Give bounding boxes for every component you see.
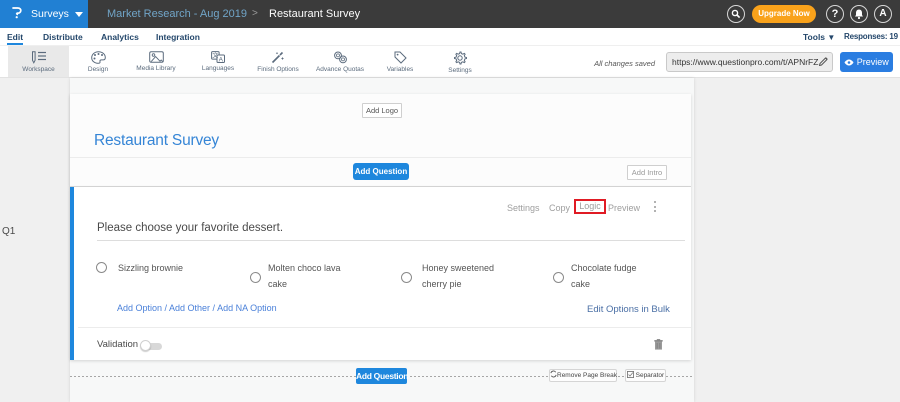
svg-text:文: 文 — [212, 51, 218, 59]
svg-text:A: A — [219, 56, 224, 63]
